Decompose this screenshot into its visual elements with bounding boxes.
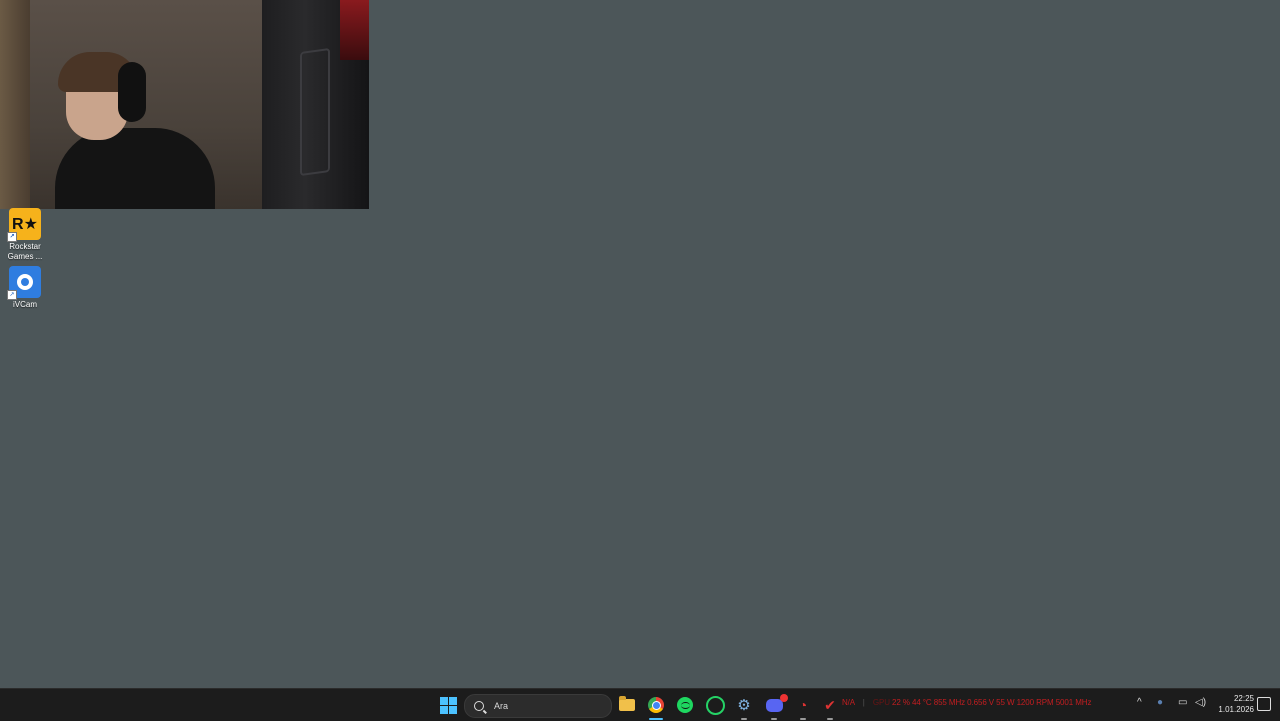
stat-temp: 44 °C bbox=[911, 698, 932, 707]
tray-overflow-chevron-icon[interactable]: ^ bbox=[1137, 697, 1142, 708]
start-button[interactable] bbox=[436, 693, 460, 717]
stat-voltage: 0.656 V bbox=[967, 698, 995, 707]
notification-center-icon[interactable] bbox=[1257, 697, 1271, 711]
discord-icon bbox=[765, 693, 788, 712]
shortcut-arrow-icon: ↗ bbox=[7, 290, 17, 300]
webcam-overlay bbox=[0, 0, 369, 209]
system-clock[interactable]: 22:25 1.01.2026 bbox=[1214, 693, 1254, 715]
taskbar-chrome[interactable] bbox=[644, 693, 668, 720]
taskbar-file-explorer[interactable] bbox=[615, 693, 639, 717]
search-placeholder: Ara bbox=[494, 701, 509, 711]
gear-icon: ⚙ bbox=[737, 697, 751, 714]
desktop: R★ ↗ Rockstar Games ... ↗ iVCam bbox=[0, 0, 1280, 688]
taskbar: Ara ⚙ ◔ ✔ N/A | GPU 22 % 44 °C 855 MHz 0… bbox=[0, 688, 1280, 721]
taskbar-whatsapp[interactable] bbox=[703, 693, 727, 717]
stat-load: 22 % bbox=[892, 698, 910, 707]
ivcam-icon: ↗ bbox=[7, 266, 41, 300]
volume-icon[interactable]: ◁) bbox=[1195, 697, 1206, 708]
stat-power: 55 W bbox=[996, 698, 1015, 707]
desktop-icon-ivcam[interactable]: ↗ iVCam bbox=[0, 266, 50, 310]
taskbar-discord[interactable] bbox=[762, 693, 788, 720]
taskbar-search[interactable]: Ara bbox=[464, 694, 612, 718]
rockstar-games-icon: R★ ↗ bbox=[7, 208, 41, 242]
desktop-icon-label: iVCam bbox=[12, 300, 37, 309]
chrome-icon bbox=[648, 697, 664, 713]
clock-time: 22:25 bbox=[1233, 694, 1254, 703]
taskbar-flag-tool[interactable]: ✔ bbox=[818, 693, 842, 720]
stat-gpu-label: GPU bbox=[872, 698, 890, 707]
whatsapp-icon bbox=[705, 695, 725, 715]
shortcut-arrow-icon: ↗ bbox=[7, 232, 17, 242]
flag-icon: ✔ bbox=[824, 696, 836, 713]
stat-fan: 1200 RPM bbox=[1016, 698, 1054, 707]
microphone-icon[interactable]: ● bbox=[1157, 697, 1163, 708]
desktop-icon-label: Rockstar Games ... bbox=[7, 242, 43, 261]
taskbar-monitor-tool[interactable]: ◔ bbox=[791, 693, 815, 720]
stat-mem-clock: 5001 MHz bbox=[1055, 698, 1092, 707]
taskbar-settings-tool[interactable]: ⚙ bbox=[732, 693, 756, 720]
stat-clock: 855 MHz bbox=[933, 698, 966, 707]
monitor-gauge-icon: ◔ bbox=[798, 697, 808, 713]
windows-logo-icon bbox=[439, 696, 457, 714]
folder-icon bbox=[619, 696, 635, 711]
taskbar-spotify[interactable] bbox=[673, 693, 697, 717]
search-icon bbox=[474, 701, 484, 711]
clock-date: 1.01.2026 bbox=[1218, 705, 1254, 714]
desktop-icon-rockstar[interactable]: R★ ↗ Rockstar Games ... bbox=[0, 208, 50, 262]
stat-na: N/A bbox=[842, 698, 855, 707]
spotify-icon bbox=[677, 697, 693, 713]
hardware-stats-readout: N/A | GPU 22 % 44 °C 855 MHz 0.656 V 55 … bbox=[842, 698, 1092, 707]
network-icon[interactable]: ▭ bbox=[1178, 697, 1187, 708]
